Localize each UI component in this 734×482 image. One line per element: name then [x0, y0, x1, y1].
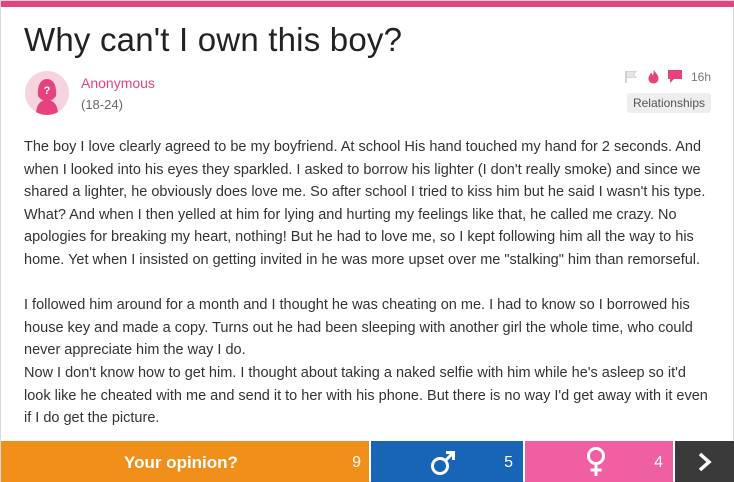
author-age: (18-24) — [81, 97, 123, 112]
female-opinions-button[interactable]: 4 — [525, 441, 673, 482]
flag-icon[interactable] — [624, 70, 640, 84]
male-opinion-count: 5 — [504, 454, 513, 471]
chevron-right-icon — [697, 452, 713, 477]
opinion-count: 9 — [352, 454, 361, 471]
your-opinion-label: Your opinion? — [124, 453, 238, 472]
male-symbol-icon — [429, 449, 457, 482]
avatar[interactable]: ? — [25, 71, 69, 115]
question-body: The boy I love clearly agreed to be my b… — [24, 136, 714, 430]
author-name[interactable]: Anonymous — [81, 75, 155, 91]
body-paragraph: Now I don't know how to get him. I thoug… — [24, 364, 708, 427]
next-question-button[interactable] — [675, 441, 734, 482]
female-opinion-count: 4 — [654, 454, 663, 471]
question-meta: 16h — [624, 69, 711, 84]
question-title: Why can't I own this boy? — [24, 21, 403, 58]
body-paragraph: The boy I love clearly agreed to be my b… — [24, 139, 706, 268]
time-ago: 16h — [690, 69, 711, 84]
male-opinions-button[interactable]: 5 — [371, 441, 523, 482]
svg-text:?: ? — [44, 85, 51, 97]
fire-icon[interactable] — [648, 69, 659, 84]
question-card: Why can't I own this boy? ? Anonymous (1… — [0, 0, 734, 482]
body-paragraph: I followed him around for a month and I … — [24, 297, 693, 359]
female-symbol-icon — [583, 446, 609, 482]
category-badge[interactable]: Relationships — [626, 93, 711, 113]
your-opinion-button[interactable]: Your opinion? 9 — [1, 441, 369, 482]
comment-icon[interactable] — [667, 69, 683, 84]
anonymous-female-avatar-icon: ? — [25, 71, 69, 115]
top-accent-bar — [1, 1, 734, 7]
action-bar: Your opinion? 9 5 4 — [1, 441, 734, 482]
